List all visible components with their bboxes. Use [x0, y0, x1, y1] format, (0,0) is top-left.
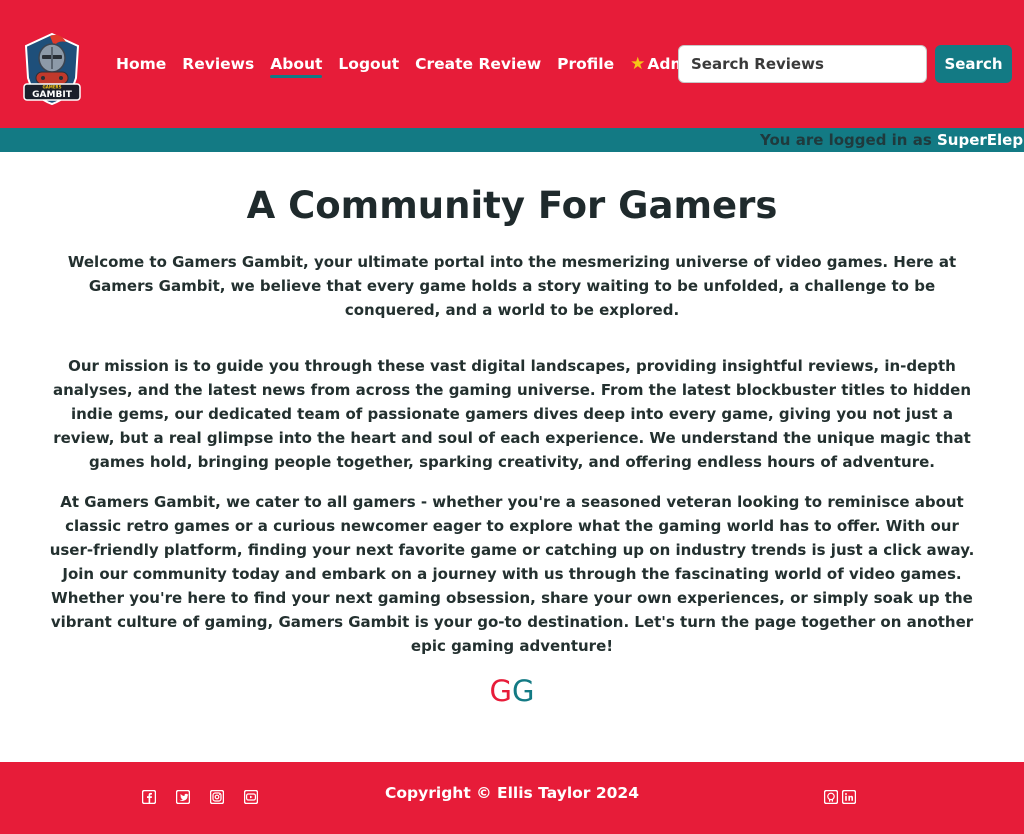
linkedin-icon[interactable]: [842, 790, 856, 804]
login-username: SuperElephant: [937, 131, 1024, 149]
about-paragraph-3: At Gamers Gambit, we cater to all gamers…: [49, 493, 975, 655]
github-icon[interactable]: [824, 790, 838, 804]
gg-letter-red: G: [489, 674, 512, 708]
logo-text: GAMBIT: [32, 90, 73, 100]
search-button[interactable]: Search: [935, 45, 1012, 83]
login-status-text: You are logged in as SuperElephant: [760, 131, 1024, 149]
navbar: GAMERS GAMBIT Home Reviews About Logout …: [0, 0, 1024, 128]
footer: Copyright © Ellis Taylor 2024: [0, 762, 1024, 834]
login-status-bar: You are logged in as SuperElephant: [0, 128, 1024, 152]
login-prefix: You are logged in as: [760, 131, 932, 149]
nav-about[interactable]: About: [270, 52, 323, 78]
copyright-text: Copyright © Ellis Taylor 2024: [385, 784, 639, 802]
gg-monogram: GG: [40, 674, 984, 708]
nav-profile[interactable]: Profile: [557, 52, 614, 76]
developer-links: [824, 790, 856, 804]
gg-letter-teal: G: [512, 674, 535, 708]
nav-logout[interactable]: Logout: [338, 52, 399, 76]
about-content: A Community For Gamers Welcome to Gamers…: [40, 180, 984, 708]
about-paragraph-2: Our mission is to guide you through thes…: [52, 357, 971, 471]
nav-create-review[interactable]: Create Review: [415, 52, 541, 76]
logo-small-text: GAMERS: [42, 85, 61, 90]
search-input[interactable]: [678, 45, 927, 83]
main-nav: Home Reviews About Logout Create Review …: [116, 52, 719, 78]
page-title: A Community For Gamers: [246, 184, 778, 227]
about-paragraph-1: Welcome to Gamers Gambit, your ultimate …: [67, 253, 957, 319]
star-icon: ★: [630, 53, 646, 74]
nav-home[interactable]: Home: [116, 52, 166, 76]
gamers-gambit-logo[interactable]: GAMERS GAMBIT: [20, 32, 84, 106]
nav-reviews[interactable]: Reviews: [182, 52, 254, 76]
